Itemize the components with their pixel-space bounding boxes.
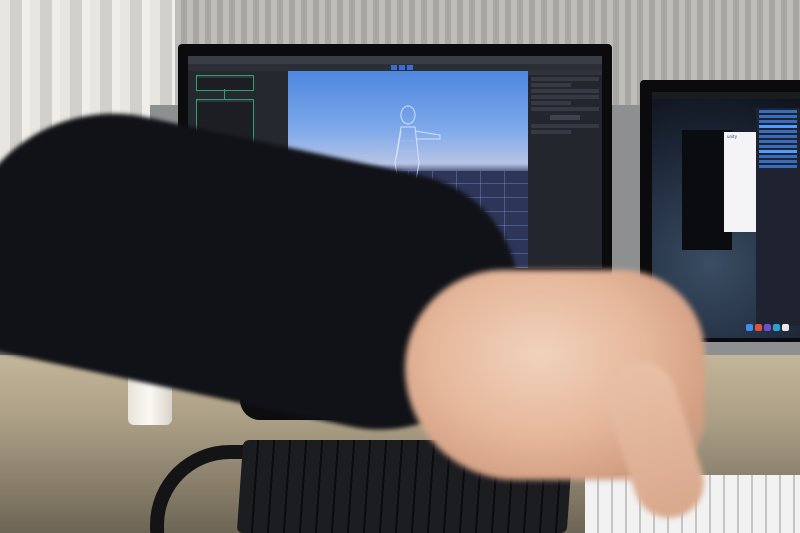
unity-logo-text: unity: [727, 134, 738, 139]
app-icon[interactable]: [782, 324, 789, 331]
inspector-field[interactable]: [531, 95, 599, 99]
mac-menubar: [652, 92, 800, 99]
app-icon[interactable]: [764, 324, 771, 331]
file-tree-panel: [756, 108, 800, 326]
tree-item[interactable]: [759, 165, 797, 168]
finder-icon[interactable]: [746, 324, 753, 331]
inspector-field[interactable]: [531, 77, 599, 81]
tree-item[interactable]: [759, 135, 797, 138]
unity-hub-window[interactable]: unity: [724, 132, 758, 232]
inspector-field[interactable]: [531, 124, 599, 128]
graph-wire: [224, 89, 225, 99]
inspector-field[interactable]: [531, 83, 571, 87]
pause-icon[interactable]: [399, 65, 405, 70]
tree-item[interactable]: [759, 150, 797, 153]
tree-item[interactable]: [759, 145, 797, 148]
inspector-field[interactable]: [531, 89, 599, 93]
tree-item[interactable]: [759, 140, 797, 143]
graph-node-sub: [197, 102, 253, 104]
tree-item[interactable]: [759, 110, 797, 113]
tree-item[interactable]: [759, 125, 797, 128]
graph-node-title: [197, 76, 253, 78]
app-icon[interactable]: [773, 324, 780, 331]
inspector-panel: [528, 71, 602, 268]
app-icon[interactable]: [755, 324, 762, 331]
play-icon[interactable]: [391, 65, 397, 70]
photo-scene: unity: [0, 0, 800, 533]
tree-item[interactable]: [759, 120, 797, 123]
tree-item[interactable]: [759, 130, 797, 133]
graph-node[interactable]: [196, 75, 254, 91]
tree-item[interactable]: [759, 155, 797, 158]
tree-item[interactable]: [759, 115, 797, 118]
inspector-title: [528, 71, 602, 75]
mac-dock: [746, 324, 800, 334]
editor-titlebar: [188, 56, 602, 64]
inspector-button[interactable]: [550, 115, 580, 120]
tree-item[interactable]: [759, 160, 797, 163]
inspector-field[interactable]: [531, 130, 571, 134]
inspector-field[interactable]: [531, 107, 599, 111]
hub-item[interactable]: [724, 147, 758, 149]
step-icon[interactable]: [407, 65, 413, 70]
inspector-field[interactable]: [531, 101, 571, 105]
play-controls[interactable]: [391, 65, 415, 70]
